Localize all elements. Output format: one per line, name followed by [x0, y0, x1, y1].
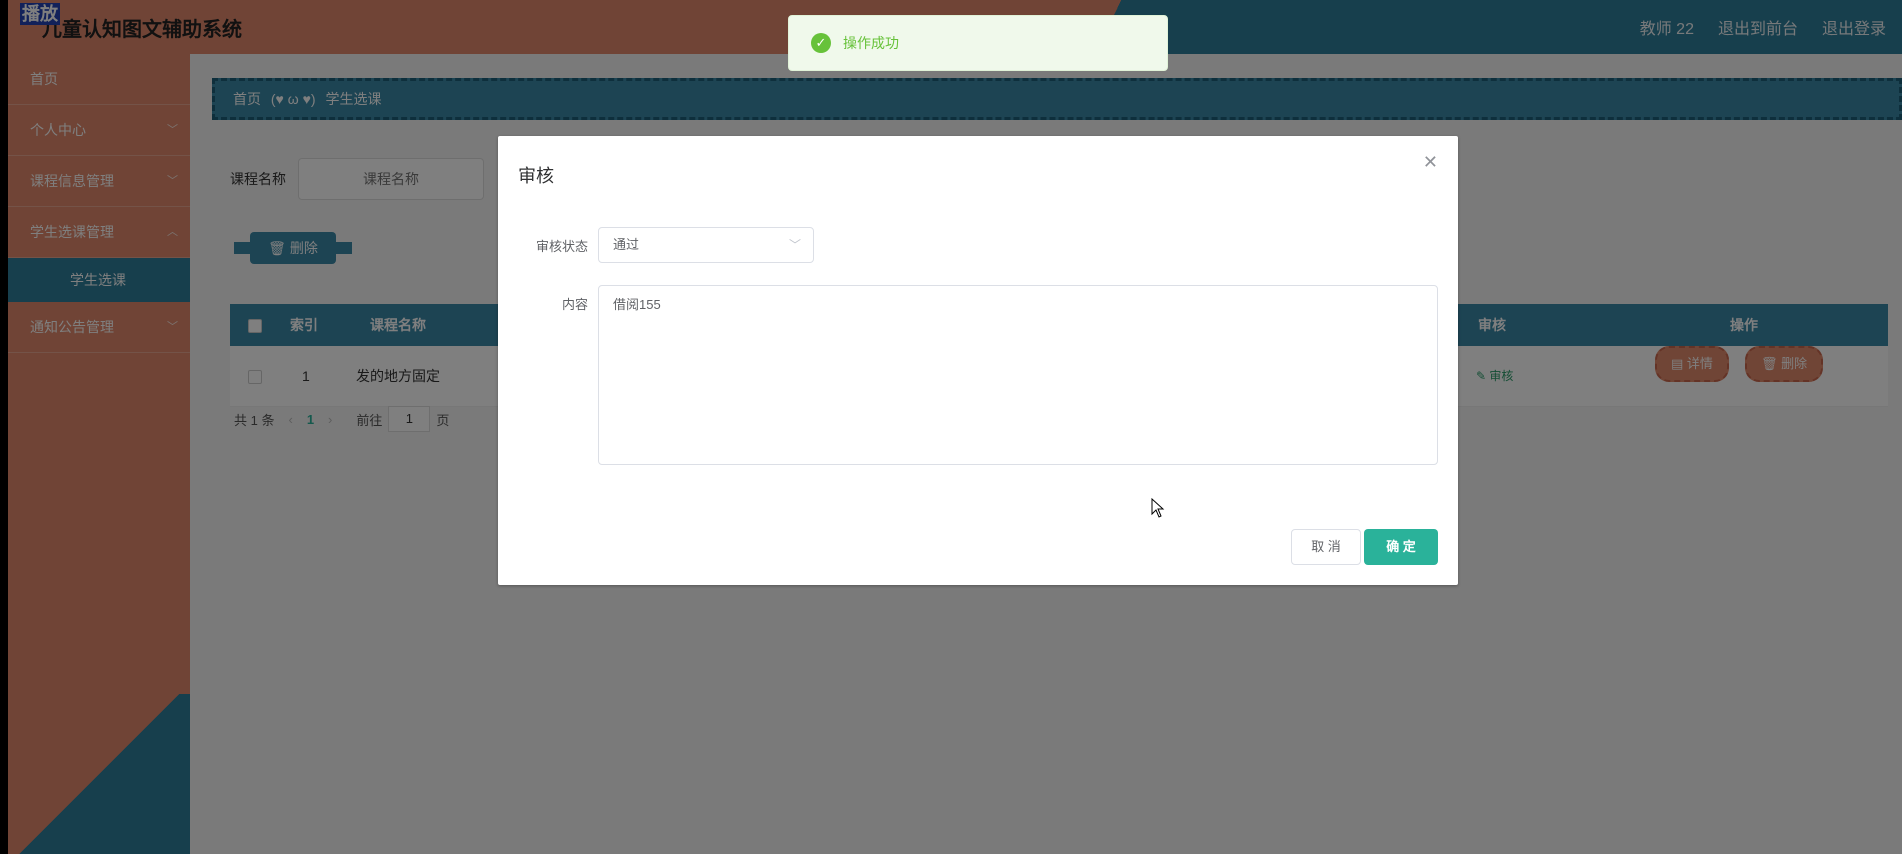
- toast-message: 操作成功: [843, 35, 899, 51]
- status-value: 通过: [613, 237, 640, 252]
- cancel-button[interactable]: 取 消: [1291, 529, 1361, 565]
- success-toast: ✓ 操作成功: [788, 15, 1168, 71]
- content-label: 内容: [561, 297, 588, 312]
- content-textarea[interactable]: 借阅155: [598, 285, 1438, 465]
- dialog-title: 审核: [518, 166, 554, 186]
- chevron-down-icon: ﹀: [788, 238, 801, 252]
- success-icon: ✓: [811, 33, 831, 53]
- mouse-cursor-icon: [1151, 498, 1165, 518]
- status-select[interactable]: 通过 ﹀: [598, 227, 814, 263]
- modal-overlay[interactable]: ✓ 操作成功 审核 ✕ 审核状态 通过 ﹀ 内容 借阅155 取 消 确 定: [8, 0, 1902, 854]
- confirm-button[interactable]: 确 定: [1364, 529, 1438, 565]
- audit-dialog: 审核 ✕ 审核状态 通过 ﹀ 内容 借阅155 取 消 确 定: [498, 136, 1458, 585]
- close-icon[interactable]: ✕: [1423, 152, 1438, 173]
- status-label: 审核状态: [535, 239, 588, 254]
